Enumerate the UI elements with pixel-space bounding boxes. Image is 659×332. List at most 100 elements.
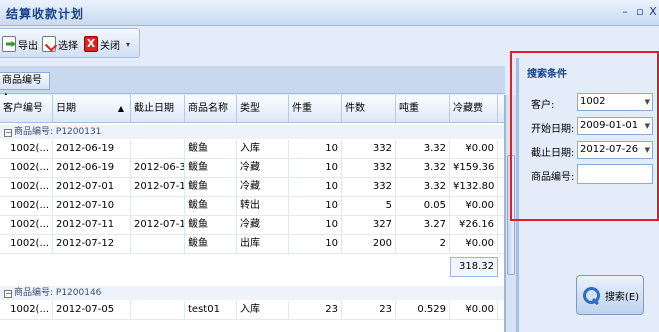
table-cell: 3.32: [396, 159, 450, 178]
search-icon: [581, 285, 601, 305]
main-window: 结算收款计划 – ▫ X 导出 选择 X 关闭 ▾ 商品编号 ▲ 客户编号日期▲…: [0, 0, 659, 332]
group-row[interactable]: − 商品编号: P1200131: [0, 125, 504, 139]
table-cell: 1002(...: [0, 197, 53, 216]
table-cell: 332: [342, 159, 396, 178]
table-cell: 23: [342, 301, 396, 320]
window-title: 结算收款计划: [6, 7, 85, 21]
select-button[interactable]: 选择: [42, 34, 78, 54]
table-cell: 327: [342, 216, 396, 235]
table-row[interactable]: 1002(...2012-06-192012-06-30鲅鱼冷藏103323.3…: [0, 159, 504, 178]
table-cell: 鲅鱼: [185, 159, 237, 178]
table-cell: ¥132.80: [450, 178, 498, 197]
table-cell: 3.27: [396, 216, 450, 235]
toolbar: 导出 选择 X 关闭 ▾: [0, 28, 140, 58]
table-cell: ¥26.16: [450, 216, 498, 235]
collapse-icon[interactable]: −: [4, 129, 12, 137]
table-row[interactable]: 1002(... 2012-07-05 test01 入库 23 23 0.529 ¥0.00: [0, 301, 504, 320]
close-icon: X: [84, 36, 98, 52]
table-cell: 鲅鱼: [185, 216, 237, 235]
group-row[interactable]: − 商品编号: P1200146: [0, 286, 504, 300]
table-cell: 鲅鱼: [185, 178, 237, 197]
sort-ascending-icon: ▲: [117, 104, 124, 113]
table-cell: 转出: [237, 197, 289, 216]
table-cell: 5: [342, 197, 396, 216]
restore-button[interactable]: ▫: [633, 4, 647, 20]
table-cell: 10: [289, 159, 342, 178]
search-button[interactable]: 搜索(E): [576, 275, 644, 315]
group-by-chip[interactable]: 商品编号 ▲: [0, 72, 50, 102]
table-row[interactable]: 1002(... 2012-07-12 鲅鱼 出库 10 200 2 ¥0.00: [0, 235, 504, 254]
table-cell: 入库: [237, 301, 289, 320]
grid-header: 客户编号 日期 ▲ 截止日期 商品名称 类型 件重 件数 吨重 冷藏费: [0, 95, 504, 123]
table-cell: test01: [185, 301, 237, 320]
table-cell: ¥0.00: [450, 197, 498, 216]
table-cell: [131, 235, 185, 254]
group-label: 商品编号: P1200146: [14, 288, 102, 298]
table-cell: 鲅鱼: [185, 235, 237, 254]
column-header[interactable]: 商品名称: [185, 95, 237, 123]
data-grid: 客户编号 日期 ▲ 截止日期 商品名称 类型 件重 件数 吨重 冷藏费 − 商品编号: P12001…: [0, 95, 505, 332]
table-cell: [131, 197, 185, 216]
export-button[interactable]: 导出: [2, 34, 38, 54]
table-cell: 2012-07-01: [53, 178, 131, 197]
table-cell: 2012-07-11: [53, 216, 131, 235]
table-cell: 0.529: [396, 301, 450, 320]
table-cell: 冷藏: [237, 159, 289, 178]
table-cell: 0.05: [396, 197, 450, 216]
table-cell: 10: [289, 140, 342, 159]
table-cell: 冷藏: [237, 216, 289, 235]
table-cell: 332: [342, 178, 396, 197]
column-header[interactable]: 截止日期: [131, 95, 185, 123]
group-panel: 商品编号 ▲: [0, 66, 505, 102]
table-cell: 1002(...: [0, 235, 53, 254]
table-cell: [131, 140, 185, 159]
table-cell: 2012-07-12: [53, 235, 131, 254]
table-cell: 2012-07-10: [53, 197, 131, 216]
summary-total: 318.32: [450, 257, 498, 277]
table-row[interactable]: 1002(... 2012-07-10 鲅鱼 转出 10 5 0.05 ¥0.00: [0, 197, 504, 216]
chevron-down-icon[interactable]: ▾: [126, 40, 130, 49]
table-cell: 出库: [237, 235, 289, 254]
table-cell: 1002(...: [0, 159, 53, 178]
column-header[interactable]: 吨重: [396, 95, 450, 123]
column-header[interactable]: 日期 ▲: [53, 95, 131, 123]
column-header[interactable]: 类型: [237, 95, 289, 123]
table-row[interactable]: 1002(...2012-07-012012-07-10鲅鱼冷藏103323.3…: [0, 178, 504, 197]
table-cell: 鲅鱼: [185, 197, 237, 216]
group-summary-row: 318.32: [0, 255, 504, 279]
column-header[interactable]: 冷藏费: [450, 95, 498, 123]
collapse-icon[interactable]: −: [4, 290, 12, 298]
table-cell: 1002(...: [0, 216, 53, 235]
highlight-frame: [510, 51, 659, 221]
table-cell: 2012-07-10: [131, 178, 185, 197]
table-cell: ¥0.00: [450, 301, 498, 320]
export-icon: [2, 36, 16, 52]
table-row[interactable]: 1002(...2012-07-112012-07-12鲅鱼冷藏103273.2…: [0, 216, 504, 235]
table-cell: 10: [289, 178, 342, 197]
table-cell: 2012-06-19: [53, 140, 131, 159]
table-cell: 3.32: [396, 178, 450, 197]
table-cell: 332: [342, 140, 396, 159]
table-cell: 2012-06-30: [131, 159, 185, 178]
search-button-label: 搜索(E): [604, 291, 640, 303]
table-cell: 鲅鱼: [185, 140, 237, 159]
column-header[interactable]: 件数: [342, 95, 396, 123]
title-bar: 结算收款计划 – ▫ X: [0, 0, 659, 26]
column-header[interactable]: 件重: [289, 95, 342, 123]
table-cell: 10: [289, 216, 342, 235]
table-cell: 2012-07-12: [131, 216, 185, 235]
table-cell: 200: [342, 235, 396, 254]
close-window-button[interactable]: X: [646, 4, 659, 20]
table-row[interactable]: 1002(... 2012-06-19 鲅鱼 入库 10 332 3.32 ¥0.00: [0, 140, 504, 159]
minimize-button[interactable]: –: [618, 4, 632, 20]
table-cell: 10: [289, 235, 342, 254]
close-button[interactable]: X 关闭 ▾: [84, 34, 130, 54]
table-cell: 冷藏: [237, 178, 289, 197]
select-label: 选择: [58, 40, 78, 52]
table-cell: 2: [396, 235, 450, 254]
group-label: 商品编号: P1200131: [14, 127, 102, 137]
table-cell: 23: [289, 301, 342, 320]
column-header[interactable]: 客户编号: [0, 95, 53, 123]
check-icon: [42, 36, 56, 52]
table-cell: [131, 301, 185, 320]
